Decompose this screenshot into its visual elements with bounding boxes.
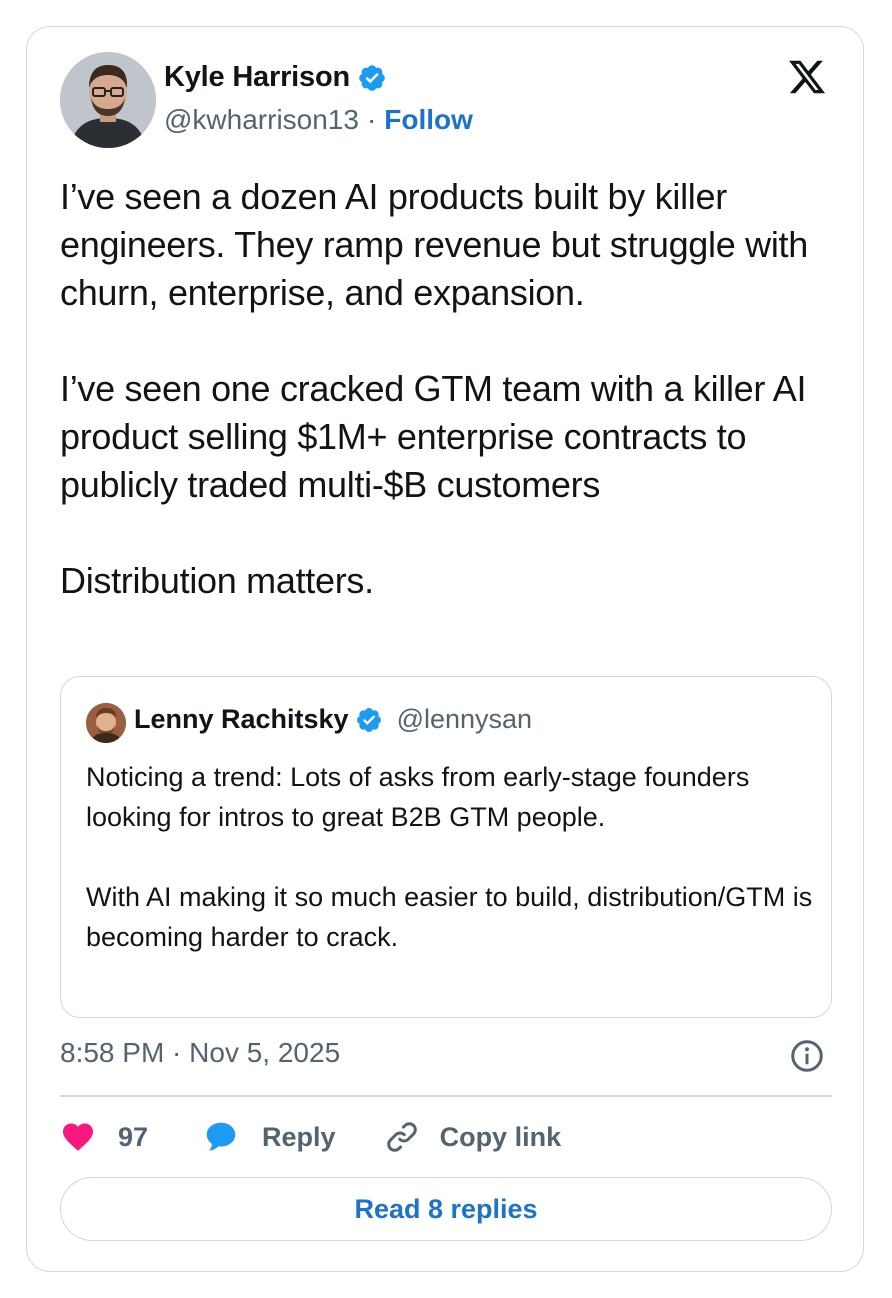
- quoted-name-row: Lenny Rachitsky @lennysan: [134, 704, 532, 735]
- tweet-text: I’ve seen a dozen AI products built by k…: [60, 176, 808, 601]
- quoted-tweet[interactable]: Lenny Rachitsky @lennysan Noticing a tre…: [60, 676, 832, 1018]
- verified-badge-icon: [359, 64, 385, 91]
- like-count: 97: [118, 1121, 149, 1152]
- heart-icon: [63, 1123, 93, 1151]
- author-avatar[interactable]: [60, 52, 156, 148]
- verified-badge-icon: [356, 707, 381, 732]
- quoted-author-name: Lenny Rachitsky: [134, 704, 349, 734]
- link-icon: [386, 1122, 417, 1152]
- author-name[interactable]: Kyle Harrison: [164, 61, 350, 94]
- divider: [60, 1095, 832, 1097]
- tweet-card: Kyle Harrison @kwharrison13 · Follow I’v…: [26, 26, 864, 1272]
- quoted-avatar-image: [86, 703, 126, 743]
- quoted-author-handle: @lennysan: [396, 704, 533, 734]
- copy-link-button[interactable]: Copy link: [384, 1119, 562, 1155]
- speech-bubble-icon: [206, 1122, 236, 1151]
- like-button[interactable]: 97: [60, 1119, 148, 1155]
- author-name-row: Kyle Harrison: [164, 61, 387, 94]
- reply-button[interactable]: Reply: [202, 1118, 336, 1156]
- author-handle[interactable]: @kwharrison13: [164, 104, 359, 136]
- x-logo-icon[interactable]: [785, 57, 829, 97]
- tweet-timestamp[interactable]: 8:58 PM · Nov 5, 2025: [60, 1037, 340, 1069]
- quoted-author-avatar[interactable]: [86, 703, 126, 743]
- read-replies-button[interactable]: Read 8 replies: [60, 1177, 832, 1241]
- copy-link-label: Copy link: [439, 1121, 562, 1152]
- separator-dot: ·: [366, 104, 377, 135]
- author-handle-row: @kwharrison13 · Follow: [164, 104, 473, 136]
- info-icon[interactable]: [789, 1038, 825, 1074]
- reply-label: Reply: [262, 1121, 336, 1152]
- author-avatar-image: [60, 52, 156, 148]
- action-bar: 97 Reply Copy link: [60, 1117, 561, 1157]
- quoted-tweet-text: Noticing a trend: Lots of asks from earl…: [86, 762, 813, 952]
- follow-button[interactable]: Follow: [384, 104, 473, 136]
